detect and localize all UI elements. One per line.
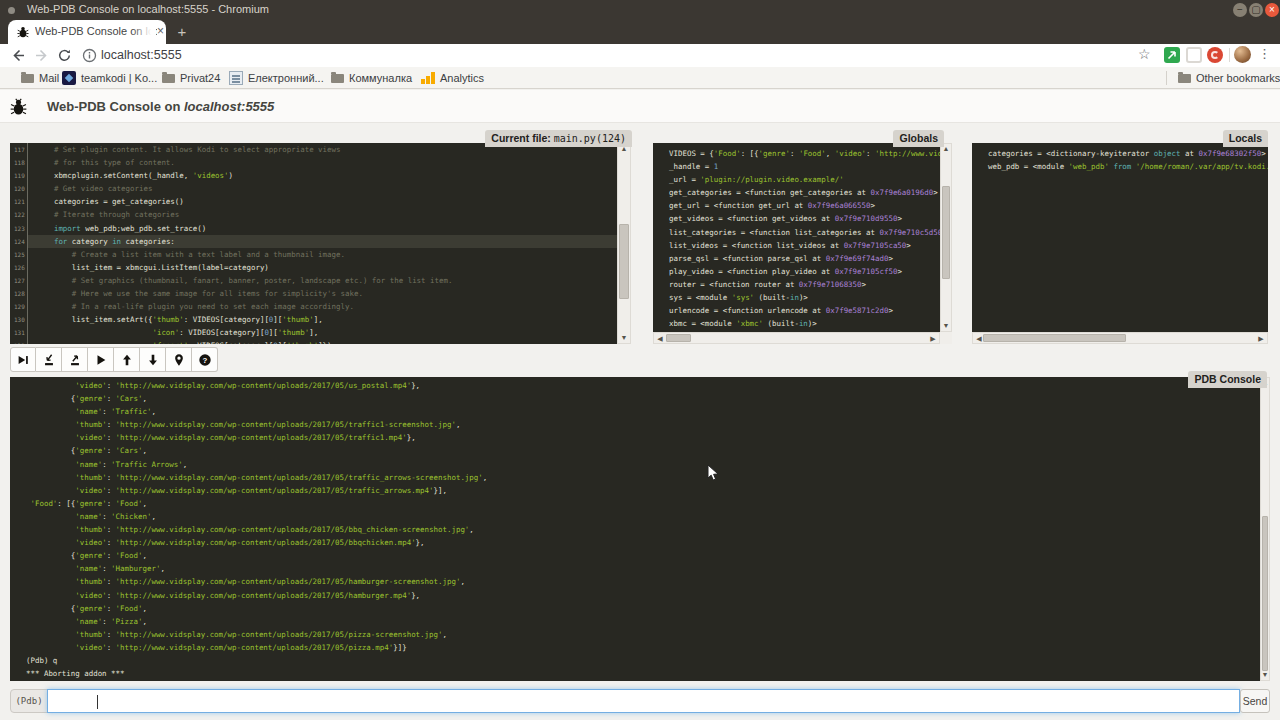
bookmark-teamkodi[interactable]: teamkodi | Ko... [62, 67, 157, 89]
step-button[interactable] [36, 347, 62, 372]
help-button[interactable]: ? [192, 347, 218, 372]
down-button[interactable] [140, 347, 166, 372]
close-button[interactable]: × [1265, 3, 1279, 17]
svg-text:?: ? [202, 355, 207, 364]
maximize-button[interactable]: ▢ [1249, 3, 1263, 17]
page-header: Web-PDB Console on localhost:5555 [0, 90, 1280, 123]
folder-icon [21, 74, 34, 83]
pdb-console-tag: PDB Console [1188, 371, 1267, 388]
bookmarks-bar: Mail teamkodi | Ko... Privat24 Електронн… [0, 67, 1280, 89]
analytics-favicon [421, 71, 435, 85]
pdb-console-panel: PDB Console 'video': 'http://www.vidspla… [10, 377, 1270, 681]
extension-icon-red[interactable] [1207, 47, 1223, 63]
url-text[interactable]: localhost:5555 [101, 48, 182, 62]
page-title: Web-PDB Console on localhost:5555 [47, 99, 274, 114]
bookmark-privat24[interactable]: Privat24 [162, 67, 220, 89]
bookmark-electronic[interactable]: Електронний... [229, 67, 324, 89]
locals-list[interactable]: categories = <dictionary-keyiterator obj… [972, 143, 1268, 332]
locals-horizontal-scrollbar[interactable]: ◀ ▶ [972, 332, 1268, 344]
globals-vertical-scrollbar[interactable]: ▲ ▼ [940, 143, 952, 332]
extension-icon-disabled[interactable] [1186, 47, 1202, 63]
scroll-down-icon[interactable]: ▼ [618, 334, 630, 342]
pdb-command-input[interactable] [47, 689, 1240, 713]
current-file-tag: Current file: main.py(124) [485, 130, 632, 147]
globals-panel: Globals VIDEOS = {'Food': [{'genre': 'Fo… [653, 143, 952, 344]
return-button[interactable] [62, 347, 88, 372]
folder-icon [162, 74, 175, 83]
forward-icon[interactable] [33, 47, 50, 64]
locals-tag: Locals [1223, 130, 1268, 147]
window-icon [8, 7, 15, 14]
where-button[interactable] [166, 347, 192, 372]
minimize-button[interactable]: − [1233, 3, 1247, 17]
bug-favicon [17, 26, 29, 38]
window-title: Web-PDB Console on localhost:5555 - Chro… [27, 3, 269, 15]
code-editor-panel: Current file: main.py(124) 117 # Set plu… [10, 143, 631, 344]
profile-avatar[interactable] [1234, 46, 1251, 63]
folder-icon [331, 74, 344, 83]
globals-horizontal-scrollbar[interactable]: ◀ ▶ [653, 332, 940, 344]
folder-icon [1178, 74, 1191, 83]
bookmark-kommunalka[interactable]: Коммуналка [331, 67, 412, 89]
console-vertical-scrollbar[interactable]: ▲ ▼ [1260, 377, 1270, 681]
up-button[interactable] [114, 347, 140, 372]
window-titlebar: Web-PDB Console on localhost:5555 - Chro… [0, 0, 1280, 20]
browser-tab[interactable]: Web-PDB Console on loca × [8, 20, 166, 44]
mouse-cursor [707, 464, 719, 482]
other-bookmarks[interactable]: Other bookmarks [1178, 67, 1280, 89]
pdb-console-output[interactable]: 'video': 'http://www.vidsplay.com/wp-con… [10, 377, 1260, 681]
continue-button[interactable] [88, 347, 114, 372]
code-editor[interactable]: 117 # Set plugin content. It allows Kodi… [10, 143, 617, 344]
bookmark-star-icon[interactable]: ☆ [1138, 46, 1151, 62]
screen: Web-PDB Console on localhost:5555 - Chro… [0, 0, 1280, 720]
globals-list[interactable]: VIDEOS = {'Food': [{'genre': 'Food', 'vi… [653, 143, 940, 332]
debug-toolbar: ? [10, 347, 218, 372]
globals-tag: Globals [893, 130, 944, 147]
tab-strip: Web-PDB Console on loca × + [0, 20, 1280, 44]
pdb-prompt-row: (Pdb) Send [10, 689, 1270, 713]
send-button[interactable]: Send [1240, 689, 1270, 713]
next-button[interactable] [10, 347, 36, 372]
new-tab-button[interactable]: + [172, 24, 192, 41]
reload-icon[interactable] [56, 47, 73, 64]
text-caret [97, 695, 98, 709]
extension-icon-green[interactable] [1164, 47, 1180, 63]
back-icon[interactable] [10, 47, 27, 64]
pdb-prompt-label: (Pdb) [10, 689, 48, 713]
kodi-favicon [62, 71, 76, 85]
bug-icon [10, 98, 27, 116]
editor-vertical-scrollbar[interactable]: ▲ ▼ [617, 143, 631, 344]
locals-panel: Locals categories = <dictionary-keyitera… [972, 143, 1268, 344]
bookmark-analytics[interactable]: Analytics [421, 67, 484, 89]
browser-toolbar: localhost:5555 ☆ ⋮ [0, 44, 1280, 67]
site-info-icon[interactable] [81, 47, 98, 64]
browser-menu-icon[interactable]: ⋮ [1258, 46, 1271, 61]
bookmark-mail[interactable]: Mail [21, 67, 59, 89]
document-favicon [229, 71, 243, 85]
tab-close-icon[interactable]: × [153, 24, 168, 39]
